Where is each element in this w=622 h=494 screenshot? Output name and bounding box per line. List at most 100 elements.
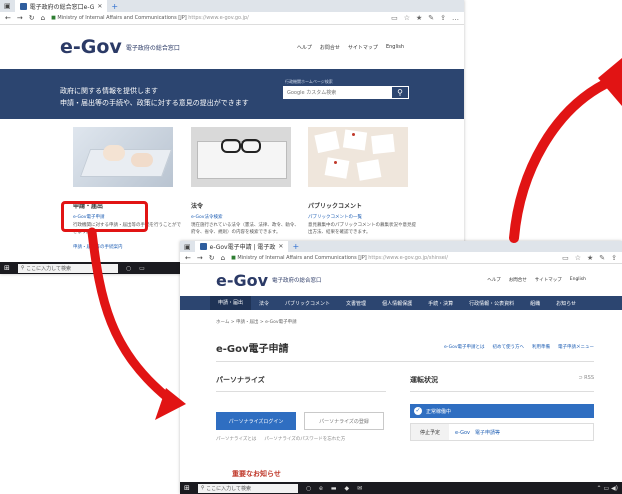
card-laws: 法令 e-Gov法令検索 現在施行されている法令（憲法、法律、政令、勅令、府令、… xyxy=(191,127,299,236)
card-description: 現在施行されている法令（憲法、法律、政令、勅令、府令、省令、規則）の内容を検索で… xyxy=(191,223,299,235)
taskbar-app-icon[interactable]: ▭ xyxy=(139,265,145,272)
arrow-head-right xyxy=(598,58,622,106)
taskbar-search-text: ここに入力して検索 xyxy=(26,265,71,272)
book-glasses-image xyxy=(191,127,291,187)
favorite-star-icon[interactable]: ☆ xyxy=(575,254,581,262)
search-icon: ⚲ xyxy=(20,265,25,271)
search-button[interactable]: ⚲ xyxy=(391,86,409,99)
rss-icon: ⊃ xyxy=(578,375,583,381)
english-link[interactable]: English xyxy=(570,277,586,283)
task-view-icon[interactable]: ○ xyxy=(126,265,131,272)
share-icon[interactable]: ⇪ xyxy=(440,14,446,22)
card-title: 法令 xyxy=(191,203,204,210)
nav-application[interactable]: 申請・届出 xyxy=(210,296,252,310)
more-icon[interactable]: … xyxy=(452,14,459,22)
personalize-about-link[interactable]: パーソナライズとは xyxy=(216,436,256,442)
url-field[interactable]: ■ Ministry of Internal Affairs and Commu… xyxy=(51,15,385,21)
help-link[interactable]: ヘルプ xyxy=(297,44,312,51)
store-icon[interactable]: ◆ xyxy=(345,485,350,492)
windows-start-icon[interactable]: ⊞ xyxy=(4,264,10,272)
law-search-link[interactable]: e-Gov法令検索 xyxy=(191,214,299,220)
personalize-register-button[interactable]: パーソナライズの登録 xyxy=(304,412,384,430)
browser-tab-bar: ▣ e-Gov電子申請 | 電子政 ✕ + xyxy=(180,241,622,252)
personalize-login-button[interactable]: パーソナライズログイン xyxy=(216,412,296,430)
highlight-box xyxy=(61,201,148,232)
new-tab-icon[interactable]: + xyxy=(292,242,299,251)
nav-public-comment[interactable]: パブリックコメント xyxy=(277,300,338,307)
english-link[interactable]: English xyxy=(386,44,404,51)
help-link[interactable]: ヘルプ xyxy=(487,277,501,283)
share-icon[interactable]: ⇪ xyxy=(611,254,617,262)
nav-document-management[interactable]: 文書管理 xyxy=(338,300,374,307)
explorer-icon[interactable]: ▬ xyxy=(331,485,337,492)
nav-admin-info[interactable]: 行政情報・公表資料 xyxy=(461,300,522,307)
back-icon[interactable]: ← xyxy=(185,254,191,262)
header-links: ヘルプ お問合せ サイトマップ English xyxy=(297,44,404,51)
url-text: https://www.e-gov.go.jp/shinsei/ xyxy=(368,254,448,261)
preparation-link[interactable]: 利用準備 xyxy=(532,344,550,350)
forward-icon[interactable]: → xyxy=(17,14,23,22)
tab-actions-icon[interactable]: ▣ xyxy=(184,243,191,251)
task-view-icon[interactable]: ○ xyxy=(306,485,311,492)
nav-laws[interactable]: 法令 xyxy=(251,300,277,307)
tab-actions-icon[interactable]: ▣ xyxy=(4,2,11,10)
page-title-row: e-Gov電子申請 e-Gov電子申請とは 初めて使う方へ 利用準備 電子申請メ… xyxy=(216,333,594,362)
close-tab-icon[interactable]: ✕ xyxy=(278,243,283,250)
nav-procedure[interactable]: 手続・決算 xyxy=(420,300,461,307)
system-tray-icon[interactable]: ⌃ ▭ ◀) xyxy=(597,485,618,492)
edge-icon[interactable]: e xyxy=(319,485,323,492)
url-field[interactable]: ■ Ministry of Internal Affairs and Commu… xyxy=(231,255,556,261)
logo-subtitle: 電子政府の総合窓口 xyxy=(125,44,180,52)
shinsei-menu-link[interactable]: 電子申請メニュー xyxy=(558,344,594,350)
taskbar-search[interactable]: ⚲ ここに入力して検索 xyxy=(197,483,298,493)
notes-icon[interactable]: ✎ xyxy=(599,254,605,262)
browser-window-top-page: ▣ 電子政府の総合窓口e-G ✕ + ← → ↻ ⌂ ■ Ministry of… xyxy=(0,0,464,274)
sitemap-link[interactable]: サイトマップ xyxy=(348,44,378,51)
contact-link[interactable]: お問合せ xyxy=(509,277,527,283)
refresh-icon[interactable]: ↻ xyxy=(209,254,215,262)
nav-notices[interactable]: お知らせ xyxy=(548,300,584,307)
egov-logo[interactable]: e-Gov xyxy=(60,36,122,58)
forgot-password-link[interactable]: パーソナライズのパスワードを忘れた方 xyxy=(264,436,345,442)
forward-icon[interactable]: → xyxy=(197,254,203,262)
procedure-guide-link[interactable]: 申請・届出等の手続案内 xyxy=(73,244,181,250)
browser-tab[interactable]: e-Gov電子申請 | 電子政 ✕ xyxy=(194,241,289,252)
browser-tab-bar: ▣ 電子政府の総合窓口e-G ✕ + xyxy=(0,0,464,12)
lock-icon: ■ xyxy=(51,15,56,21)
rss-link[interactable]: ⊃ RSS xyxy=(578,375,594,385)
tab-title: e-Gov電子申請 | 電子政 xyxy=(209,244,276,251)
sitemap-link[interactable]: サイトマップ xyxy=(535,277,562,283)
nav-privacy[interactable]: 個人情報保護 xyxy=(374,300,420,307)
favorite-star-icon[interactable]: ☆ xyxy=(404,14,410,22)
about-shinsei-link[interactable]: e-Gov電子申請とは xyxy=(444,344,484,350)
reading-view-icon[interactable]: ▭ xyxy=(391,14,398,22)
keyboard-image xyxy=(73,127,173,187)
favorites-hub-icon[interactable]: ★ xyxy=(587,254,593,262)
home-icon[interactable]: ⌂ xyxy=(41,14,45,22)
favorites-hub-icon[interactable]: ★ xyxy=(416,14,422,22)
taskbar-search[interactable]: ⚲ ここに入力して検索 xyxy=(17,263,118,273)
nav-organization[interactable]: 組織 xyxy=(522,300,548,307)
refresh-icon[interactable]: ↻ xyxy=(29,14,35,22)
windows-taskbar: ⊞ ⚲ ここに入力して検索 ○ e ▬ ◆ ✉ ⌃ ▭ ◀) xyxy=(180,482,622,494)
public-comment-list-link[interactable]: パブリックコメントの一覧 xyxy=(308,214,416,220)
header-links: ヘルプ お問合せ サイトマップ English xyxy=(487,277,586,283)
maintenance-value[interactable]: e-Gov 電子申請等 xyxy=(449,424,500,440)
reading-view-icon[interactable]: ▭ xyxy=(562,254,569,262)
title-links: e-Gov電子申請とは 初めて使う方へ 利用準備 電子申請メニュー xyxy=(444,344,594,350)
close-tab-icon[interactable]: ✕ xyxy=(97,3,102,10)
browser-tab[interactable]: 電子政府の総合窓口e-G ✕ xyxy=(14,0,108,12)
first-time-link[interactable]: 初めて使う方へ xyxy=(493,344,525,350)
notes-icon[interactable]: ✎ xyxy=(428,14,434,22)
home-icon[interactable]: ⌂ xyxy=(221,254,225,262)
mail-icon[interactable]: ✉ xyxy=(357,485,362,492)
egov-logo[interactable]: e-Gov xyxy=(216,271,268,290)
search-input[interactable] xyxy=(283,86,391,99)
hero-line-1: 政府に関する情報を提供します xyxy=(60,87,158,95)
contact-link[interactable]: お問合せ xyxy=(320,44,340,51)
windows-start-icon[interactable]: ⊞ xyxy=(184,484,190,492)
back-icon[interactable]: ← xyxy=(5,14,11,22)
arrow-curve-right xyxy=(509,79,610,243)
new-tab-icon[interactable]: + xyxy=(111,2,118,11)
maintenance-row: 停止予定 e-Gov 電子申請等 xyxy=(410,423,594,441)
